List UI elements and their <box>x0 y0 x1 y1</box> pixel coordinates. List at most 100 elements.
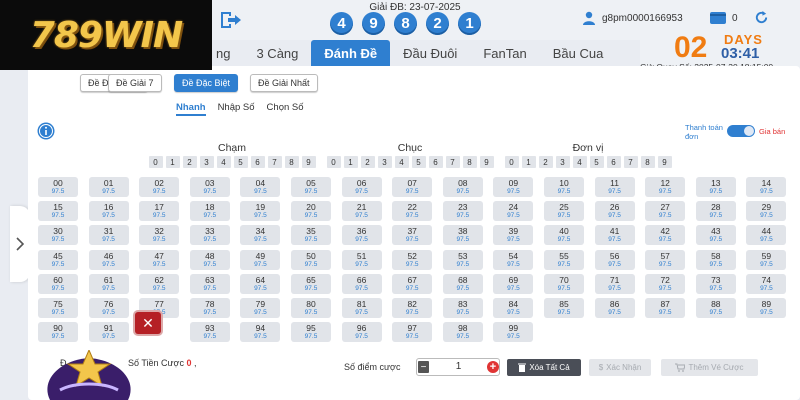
number-cell[interactable]: 26 97.5 <box>594 201 635 222</box>
exit-icon[interactable] <box>219 10 243 30</box>
digit-chip[interactable]: 5 <box>233 156 248 168</box>
number-cell[interactable]: 53 97.5 <box>442 249 483 270</box>
number-cell[interactable]: 28 97.5 <box>695 201 736 222</box>
number-cell[interactable]: 81 97.5 <box>341 298 382 318</box>
number-cell[interactable]: 17 97.5 <box>139 201 180 222</box>
number-cell[interactable]: 55 97.5 <box>544 249 584 270</box>
number-cell[interactable]: 71 97.5 <box>594 273 635 294</box>
number-cell[interactable]: 60 97.5 <box>38 273 78 294</box>
number-cell[interactable]: 19 97.5 <box>240 201 281 222</box>
number-cell[interactable]: 13 97.5 <box>695 177 736 197</box>
subtab-de-dac-biet[interactable]: Đề Đặc Biệt <box>174 74 239 92</box>
number-cell[interactable]: 30 97.5 <box>38 225 78 246</box>
number-cell[interactable]: 29 97.5 <box>746 201 787 222</box>
digit-chip[interactable]: 5 <box>589 156 604 168</box>
subtab-de-giai-nhat[interactable]: Đề Giải Nhất <box>250 74 318 92</box>
number-cell[interactable]: 65 97.5 <box>291 273 331 294</box>
number-cell[interactable]: 98 97.5 <box>442 322 483 343</box>
stake-input[interactable]: 1 <box>431 361 486 372</box>
number-cell[interactable]: 07 97.5 <box>392 177 433 197</box>
mode-nhanh[interactable]: Nhanh <box>176 102 206 116</box>
digit-chip[interactable]: 0 <box>504 156 519 168</box>
number-cell[interactable]: 22 97.5 <box>392 201 433 222</box>
number-cell[interactable]: 62 97.5 <box>139 273 180 294</box>
tab-0[interactable]: ng <box>212 40 243 66</box>
number-cell[interactable]: 63 97.5 <box>189 273 230 294</box>
number-cell[interactable]: 96 97.5 <box>341 322 382 343</box>
digit-chip[interactable]: 7 <box>267 156 282 168</box>
tab-2[interactable]: Đánh Đề <box>311 40 391 66</box>
digit-chip[interactable]: 9 <box>301 156 316 168</box>
number-cell[interactable]: 79 97.5 <box>240 298 281 318</box>
number-cell[interactable]: 57 97.5 <box>645 249 686 270</box>
digit-chip[interactable]: 7 <box>445 156 460 168</box>
number-cell[interactable]: 66 97.5 <box>341 273 382 294</box>
number-cell[interactable]: 74 97.5 <box>746 273 787 294</box>
number-cell[interactable]: 82 97.5 <box>392 298 433 318</box>
digit-chip[interactable]: 8 <box>462 156 477 168</box>
digit-chip[interactable]: 4 <box>572 156 587 168</box>
number-cell[interactable]: 84 97.5 <box>493 298 534 318</box>
number-cell[interactable]: 39 97.5 <box>493 225 534 246</box>
number-cell[interactable]: 37 97.5 <box>392 225 433 246</box>
stake-increase-button[interactable]: + <box>487 361 499 373</box>
number-cell[interactable]: 34 97.5 <box>240 225 281 246</box>
number-cell[interactable]: 48 97.5 <box>189 249 230 270</box>
side-panel-toggle[interactable] <box>10 206 30 282</box>
number-cell[interactable]: 80 97.5 <box>291 298 331 318</box>
number-cell[interactable]: 87 97.5 <box>645 298 686 318</box>
number-cell[interactable]: 43 97.5 <box>695 225 736 246</box>
number-cell[interactable]: 09 97.5 <box>493 177 534 197</box>
digit-chip[interactable]: 3 <box>377 156 392 168</box>
number-cell[interactable]: 10 97.5 <box>544 177 584 197</box>
digit-chip[interactable]: 0 <box>148 156 163 168</box>
tab-3[interactable]: Đầu Đuôi <box>390 40 470 66</box>
payment-toggle[interactable] <box>727 125 755 137</box>
number-cell[interactable]: 75 97.5 <box>38 298 78 318</box>
number-cell[interactable]: 27 97.5 <box>645 201 686 222</box>
number-cell[interactable]: 50 97.5 <box>291 249 331 270</box>
number-cell[interactable]: 67 97.5 <box>392 273 433 294</box>
digit-chip[interactable]: 0 <box>326 156 341 168</box>
number-cell[interactable]: 49 97.5 <box>240 249 281 270</box>
digit-chip[interactable]: 6 <box>250 156 265 168</box>
number-cell[interactable]: 93 97.5 <box>189 322 230 343</box>
confirm-button[interactable]: $ Xác Nhận <box>589 359 651 376</box>
number-cell[interactable]: 51 97.5 <box>341 249 382 270</box>
number-cell[interactable]: 11 97.5 <box>594 177 635 197</box>
number-cell[interactable]: 21 97.5 <box>341 201 382 222</box>
number-cell[interactable]: 72 97.5 <box>645 273 686 294</box>
number-cell[interactable]: 38 97.5 <box>442 225 483 246</box>
number-cell[interactable]: 52 97.5 <box>392 249 433 270</box>
tab-1[interactable]: 3 Càng <box>243 40 311 66</box>
number-cell[interactable]: 42 97.5 <box>645 225 686 246</box>
number-cell[interactable]: 70 97.5 <box>544 273 584 294</box>
info-icon[interactable] <box>37 122 55 140</box>
number-cell[interactable]: 61 97.5 <box>88 273 129 294</box>
digit-chip[interactable]: 1 <box>343 156 358 168</box>
digit-chip[interactable]: 9 <box>479 156 494 168</box>
clear-selection-button[interactable]: ✕ <box>135 312 161 334</box>
number-cell[interactable]: 23 97.5 <box>442 201 483 222</box>
number-cell[interactable]: 14 97.5 <box>746 177 787 197</box>
number-cell[interactable]: 03 97.5 <box>189 177 230 197</box>
number-cell[interactable]: 40 97.5 <box>544 225 584 246</box>
clear-all-button[interactable]: Xóa Tất Cả <box>507 359 581 376</box>
digit-chip[interactable]: 5 <box>411 156 426 168</box>
number-cell[interactable]: 83 97.5 <box>442 298 483 318</box>
digit-chip[interactable]: 2 <box>360 156 375 168</box>
number-cell[interactable]: 33 97.5 <box>189 225 230 246</box>
number-cell[interactable]: 94 97.5 <box>240 322 281 343</box>
digit-chip[interactable]: 3 <box>555 156 570 168</box>
number-cell[interactable]: 59 97.5 <box>746 249 787 270</box>
number-cell[interactable]: 68 97.5 <box>442 273 483 294</box>
number-cell[interactable]: 56 97.5 <box>594 249 635 270</box>
digit-chip[interactable]: 1 <box>165 156 180 168</box>
number-cell[interactable]: 12 97.5 <box>645 177 686 197</box>
number-cell[interactable]: 85 97.5 <box>544 298 584 318</box>
number-cell[interactable]: 05 97.5 <box>291 177 331 197</box>
refresh-icon[interactable] <box>754 10 769 25</box>
number-cell[interactable]: 88 97.5 <box>695 298 736 318</box>
number-cell[interactable]: 01 97.5 <box>88 177 129 197</box>
number-cell[interactable]: 58 97.5 <box>695 249 736 270</box>
